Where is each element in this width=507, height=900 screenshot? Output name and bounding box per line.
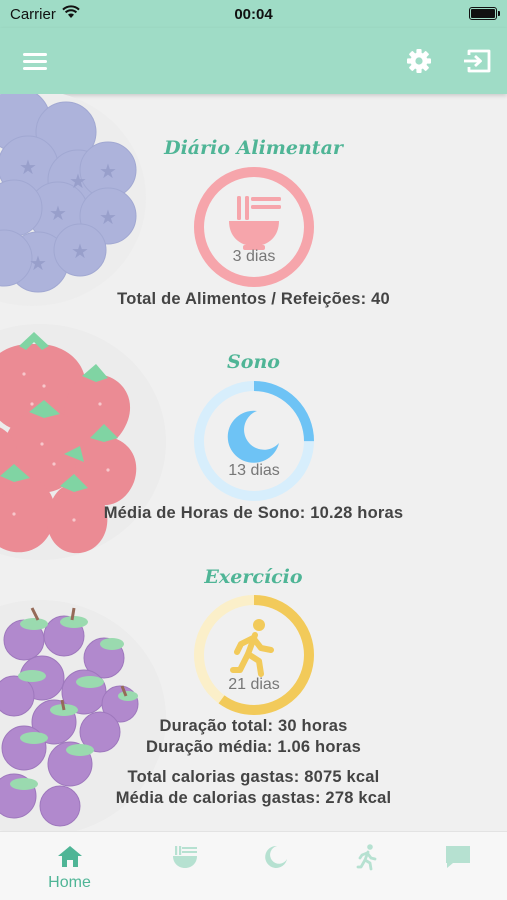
sleep-days-count: 13 dias xyxy=(228,462,280,479)
exercise-progress-ring[interactable]: 21 dias xyxy=(193,594,315,716)
exercise-total-duration: Duração total: 30 horas xyxy=(159,717,348,735)
running-icon xyxy=(352,842,382,872)
food-total-stat: Total de Alimentos / Refeições: 40 xyxy=(117,290,390,308)
exercise-days-count: 21 dias xyxy=(228,676,280,693)
food-progress-ring[interactable]: 3 dias xyxy=(193,166,315,288)
tab-bar: Home xyxy=(0,831,507,900)
chat-icon xyxy=(443,842,473,872)
status-bar: Carrier 00:04 xyxy=(0,0,507,28)
moon-icon xyxy=(261,842,291,872)
blueberries-image: ★ ★ ★ ★ ★ ★ ★ xyxy=(0,94,146,306)
food-diary-title: Diário Alimentar xyxy=(164,137,343,159)
bowl-icon xyxy=(229,196,281,250)
exercise-average-calories: Média de calorias gastas: 278 kcal xyxy=(115,789,392,807)
exercise-total-calories: Total calorias gastas: 8075 kcal xyxy=(127,768,380,786)
home-icon xyxy=(55,842,85,872)
tab-food[interactable] xyxy=(134,832,235,900)
app-bar xyxy=(0,28,507,94)
exercise-average-duration: Duração média: 1.06 horas xyxy=(145,738,361,756)
exercise-title: Exercício xyxy=(204,566,303,588)
sleep-progress-ring[interactable]: 13 dias xyxy=(193,380,315,502)
status-time: 00:04 xyxy=(234,6,273,23)
gear-icon[interactable] xyxy=(404,46,434,76)
bowl-icon xyxy=(170,842,200,872)
moon-icon xyxy=(227,410,279,463)
sleep-title: Sono xyxy=(227,351,280,373)
food-days-count: 3 dias xyxy=(232,248,276,265)
tab-home[interactable]: Home xyxy=(19,832,120,900)
running-icon xyxy=(230,619,274,677)
tab-sleep[interactable] xyxy=(225,832,326,900)
battery-icon xyxy=(469,7,500,20)
home-content: ★ ★ ★ ★ ★ ★ ★ Diário Alimentar 3 dias To… xyxy=(0,94,507,831)
sleep-average-stat: Média de Horas de Sono: 10.28 horas xyxy=(103,504,404,522)
tab-exercise[interactable] xyxy=(316,832,417,900)
exit-icon[interactable] xyxy=(461,46,493,76)
tab-chat[interactable] xyxy=(407,832,507,900)
tab-home-label: Home xyxy=(48,874,91,891)
hamburger-menu-icon[interactable] xyxy=(20,48,50,74)
